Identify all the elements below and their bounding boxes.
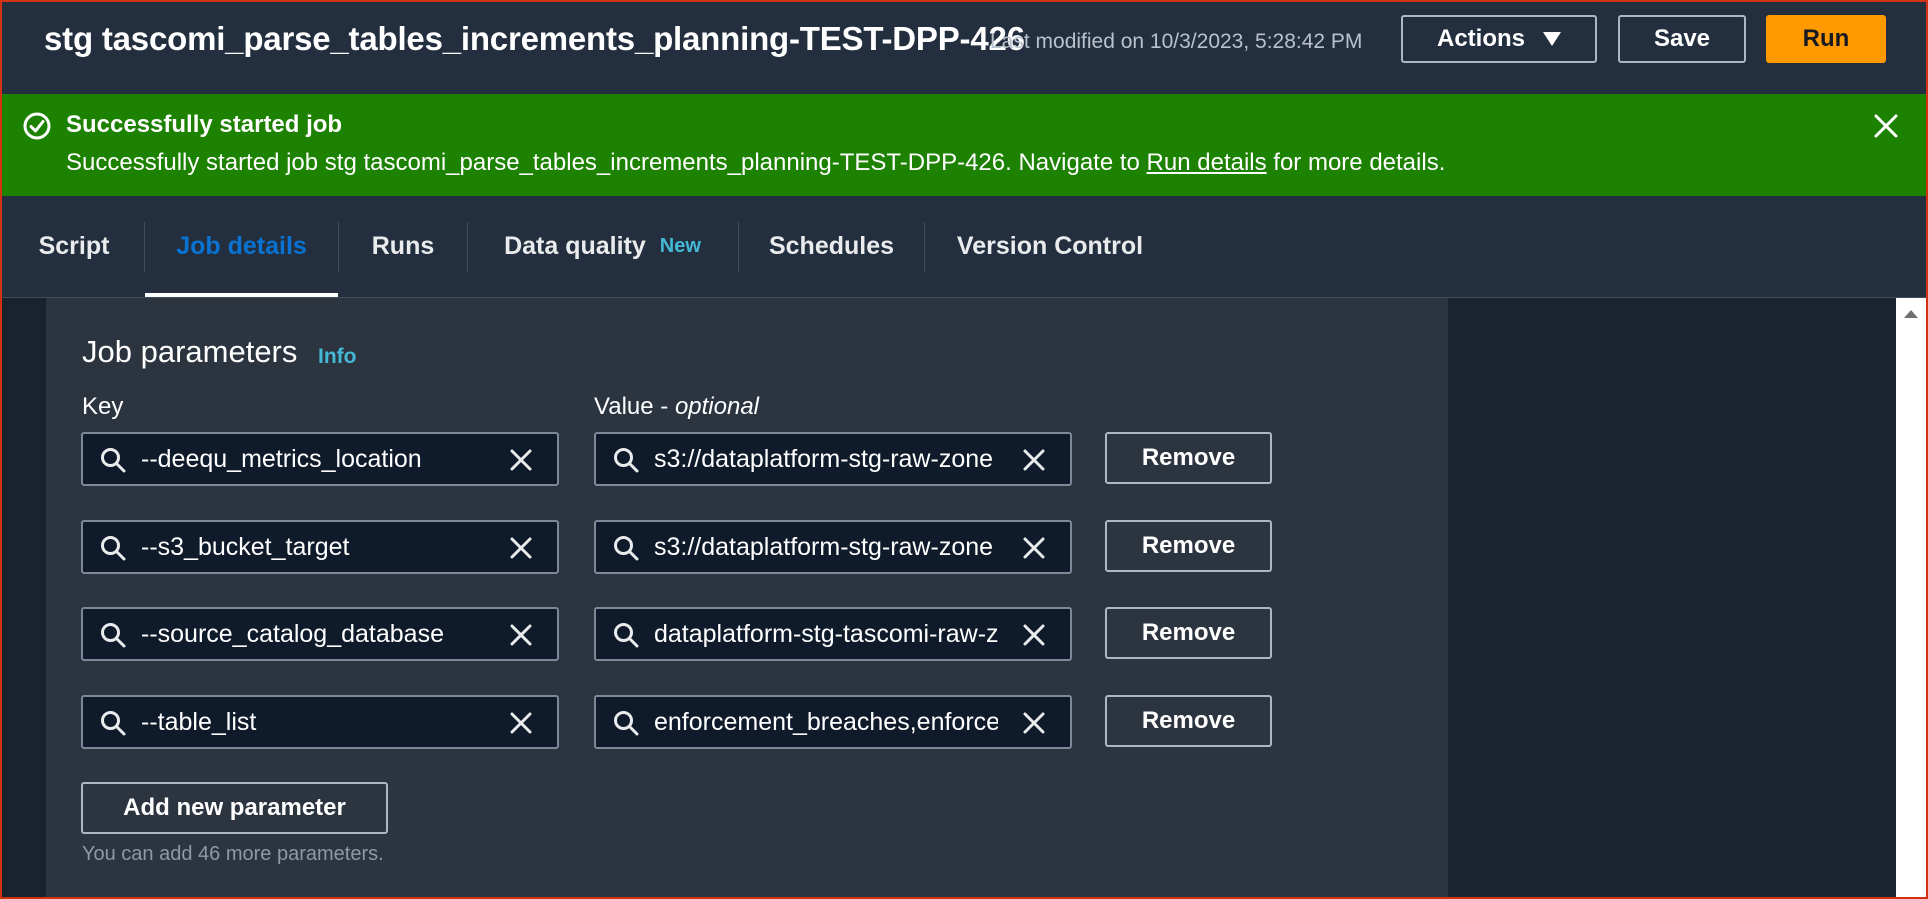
- parameter-value-input[interactable]: dataplatform-stg-tascomi-raw-z: [594, 607, 1072, 661]
- parameter-value-value: enforcement_breaches,enforcem: [654, 708, 998, 736]
- parameter-value-value: s3://dataplatform-stg-raw-zone: [654, 445, 994, 473]
- caret-down-icon: [1543, 32, 1561, 46]
- search-icon: [614, 448, 639, 473]
- parameter-key-value: --deequ_metrics_location: [141, 445, 422, 473]
- success-flash-banner: Successfully started job Successfully st…: [0, 94, 1928, 196]
- parameter-value-input[interactable]: s3://dataplatform-stg-raw-zone: [594, 432, 1072, 486]
- parameter-key-value: --table_list: [141, 708, 257, 736]
- parameter-key-input[interactable]: --table_list: [81, 695, 559, 749]
- value-optional-text: optional: [674, 393, 760, 420]
- parameter-key-value: --source_catalog_database: [141, 620, 444, 648]
- clear-icon[interactable]: [507, 534, 535, 562]
- parameter-key-input[interactable]: --source_catalog_database: [81, 607, 559, 661]
- left-gutter: [0, 298, 46, 899]
- actions-button-label: Actions: [1436, 25, 1525, 52]
- value-column-label: Value - optional: [594, 393, 759, 421]
- parameter-key-input[interactable]: --deequ_metrics_location: [81, 432, 559, 486]
- flash-message-suffix: for more details.: [1266, 149, 1446, 176]
- parameters-remaining-hint: You can add 46 more parameters.: [82, 843, 384, 865]
- section-title: Job parameters: [82, 334, 298, 369]
- save-button[interactable]: Save: [1618, 15, 1746, 63]
- tab-script[interactable]: Script: [14, 196, 134, 297]
- flash-message-prefix: Successfully started job stg tascomi_par…: [66, 149, 1147, 176]
- search-icon: [614, 711, 639, 736]
- run-details-link[interactable]: Run details: [1147, 149, 1267, 176]
- vertical-scrollbar[interactable]: [1896, 298, 1926, 899]
- info-link[interactable]: Info: [318, 345, 356, 369]
- right-side-area: [1448, 298, 1896, 899]
- flash-message: Successfully started job stg tascomi_par…: [66, 149, 1445, 177]
- tab-bar: Script Job details Runs Data quality New…: [0, 196, 1928, 298]
- search-icon: [101, 711, 126, 736]
- search-icon: [101, 623, 126, 648]
- run-button[interactable]: Run: [1766, 15, 1886, 63]
- tab-job-details[interactable]: Job details: [145, 196, 338, 297]
- key-column-label: Key: [82, 393, 124, 420]
- parameter-value-input[interactable]: enforcement_breaches,enforcem: [594, 695, 1072, 749]
- parameter-value-value: s3://dataplatform-stg-raw-zone: [654, 533, 994, 561]
- parameter-key-value: --s3_bucket_target: [141, 533, 350, 561]
- tab-version-control[interactable]: Version Control: [925, 196, 1175, 297]
- tab-data-quality-label: Data quality: [504, 232, 646, 260]
- tab-runs[interactable]: Runs: [339, 196, 467, 297]
- parameter-key-input[interactable]: --s3_bucket_target: [81, 520, 559, 574]
- new-badge: New: [659, 235, 701, 257]
- actions-button[interactable]: Actions: [1401, 15, 1597, 63]
- search-icon: [614, 536, 639, 561]
- remove-parameter-button[interactable]: Remove: [1105, 520, 1272, 572]
- clear-icon[interactable]: [1020, 709, 1048, 737]
- clear-icon[interactable]: [1020, 446, 1048, 474]
- search-icon: [101, 536, 126, 561]
- clear-icon[interactable]: [507, 446, 535, 474]
- parameter-value-input[interactable]: s3://dataplatform-stg-raw-zone: [594, 520, 1072, 574]
- remove-parameter-button[interactable]: Remove: [1105, 607, 1272, 659]
- search-icon: [614, 623, 639, 648]
- scroll-up-arrow-icon[interactable]: [1904, 310, 1918, 318]
- add-new-parameter-button[interactable]: Add new parameter: [81, 782, 388, 834]
- remove-parameter-button[interactable]: Remove: [1105, 432, 1272, 484]
- flash-title: Successfully started job: [66, 111, 343, 138]
- page-title: stg tascomi_parse_tables_increments_plan…: [44, 20, 1025, 57]
- clear-icon[interactable]: [1020, 621, 1048, 649]
- clear-icon[interactable]: [507, 621, 535, 649]
- last-modified-text: Last modified on 10/3/2023, 5:28:42 PM: [990, 30, 1363, 53]
- clear-icon[interactable]: [507, 709, 535, 737]
- remove-parameter-button[interactable]: Remove: [1105, 695, 1272, 747]
- search-icon: [101, 448, 126, 473]
- close-icon[interactable]: [1870, 110, 1902, 142]
- clear-icon[interactable]: [1020, 534, 1048, 562]
- page-header: stg tascomi_parse_tables_increments_plan…: [0, 0, 1928, 94]
- success-check-icon: [23, 112, 51, 140]
- value-label-text: Value -: [594, 393, 675, 420]
- tab-schedules[interactable]: Schedules: [739, 196, 924, 297]
- parameter-value-value: dataplatform-stg-tascomi-raw-z: [654, 620, 998, 648]
- tab-data-quality[interactable]: Data quality New: [468, 196, 737, 297]
